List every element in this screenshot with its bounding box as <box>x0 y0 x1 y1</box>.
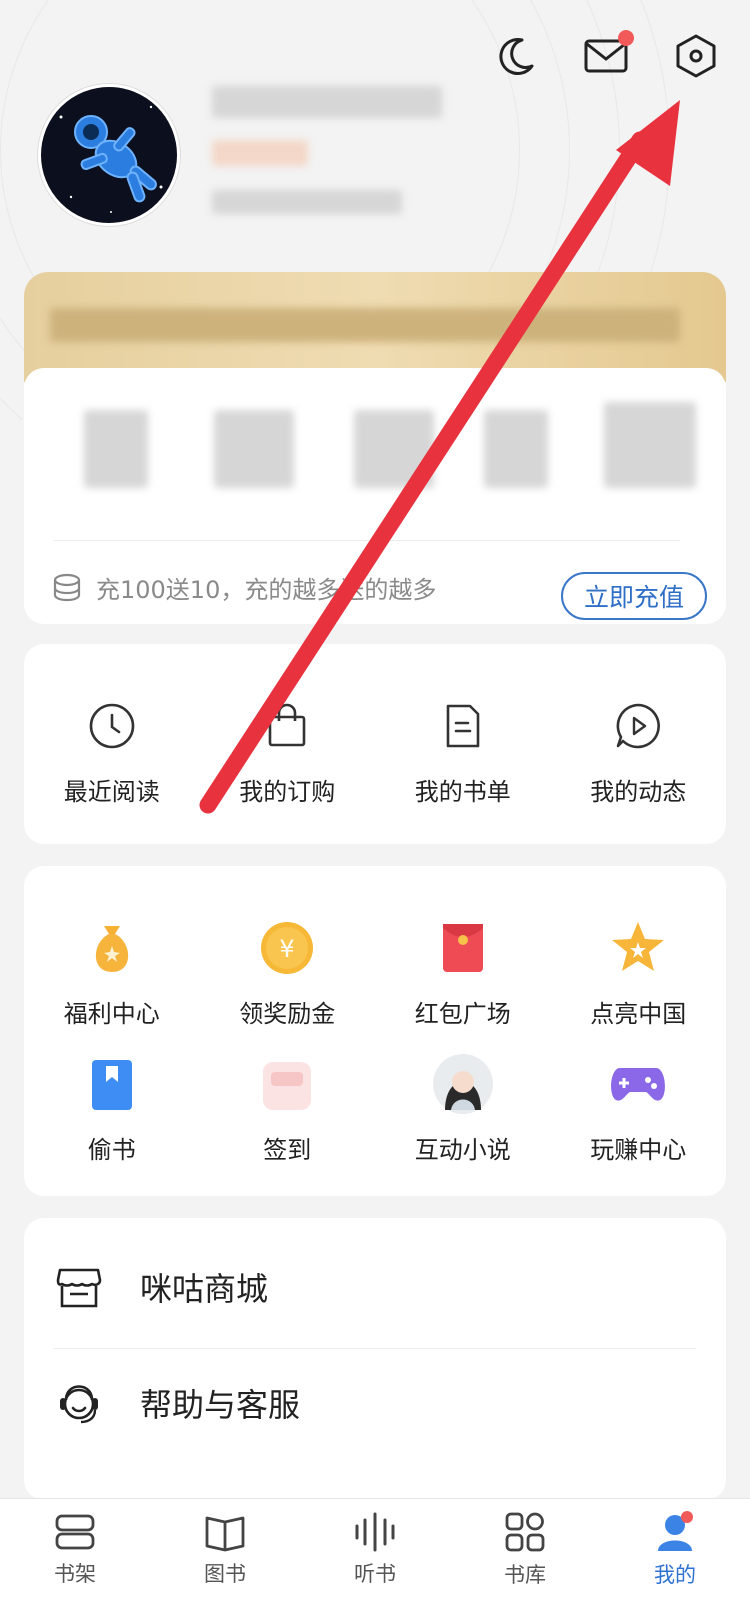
menu-label: 帮助与客服 <box>140 1386 301 1424</box>
service-interactive-novel[interactable]: 互动小说 <box>375 1052 551 1165</box>
quick-my-orders[interactable]: 我的订购 <box>200 694 376 807</box>
shop-icon <box>56 1268 102 1308</box>
coins-icon <box>53 573 81 601</box>
gamepad-icon <box>606 1052 670 1116</box>
avatar[interactable] <box>38 84 180 226</box>
tab-books[interactable]: 图书 <box>150 1499 300 1600</box>
audio-wave-icon <box>355 1512 395 1551</box>
quick-recent-read[interactable]: 最近阅读 <box>24 694 200 807</box>
tab-bookshelf[interactable]: 书架 <box>0 1499 150 1600</box>
settings-hexagon-icon[interactable] <box>670 30 722 82</box>
service-label: 签到 <box>263 1136 312 1164</box>
service-label: 点亮中国 <box>590 1000 687 1028</box>
quick-label: 我的书单 <box>414 778 511 806</box>
service-light-up-china[interactable]: 点亮中国 <box>551 916 727 1029</box>
tab-label: 我的 <box>654 1562 696 1587</box>
profile-icon <box>658 1510 693 1551</box>
stat-blurred <box>604 402 696 488</box>
service-red-packet-plaza[interactable]: 红包广场 <box>375 916 551 1029</box>
user-desc-blurred <box>212 190 402 214</box>
quick-label: 我的动态 <box>590 778 687 806</box>
service-steal-book[interactable]: 偷书 <box>24 1052 200 1165</box>
moon-icon[interactable] <box>490 30 542 82</box>
header-actions <box>490 30 722 82</box>
services-row-1: 福利中心 ¥ 领奖励金 红包广场 点亮中国 <box>24 916 726 1029</box>
clock-icon <box>80 694 144 758</box>
service-play-earn-center[interactable]: 玩赚中心 <box>551 1052 727 1165</box>
menu-help-service[interactable]: 帮助与客服 <box>54 1378 300 1428</box>
grid-icon <box>505 1512 545 1551</box>
play-bubble-icon <box>606 694 670 758</box>
bag-icon <box>255 694 319 758</box>
open-book-icon <box>205 1516 245 1551</box>
yen-coin-icon: ¥ <box>255 916 319 980</box>
service-check-in[interactable]: 签到 <box>200 1052 376 1165</box>
divider <box>54 540 680 541</box>
level-badge-blurred <box>212 140 308 166</box>
red-envelope-icon <box>431 916 495 980</box>
service-welfare-center[interactable]: 福利中心 <box>24 916 200 1029</box>
tab-label: 书库 <box>504 1562 546 1587</box>
quick-my-booklist[interactable]: 我的书单 <box>375 694 551 807</box>
stat-blurred <box>84 410 148 488</box>
novel-portrait-icon <box>431 1052 495 1116</box>
notification-dot <box>618 30 634 46</box>
services-row-2: 偷书 签到 互动小说 玩赚中心 <box>24 1052 726 1165</box>
tab-label: 图书 <box>204 1561 246 1586</box>
tab-library[interactable]: 书库 <box>450 1499 600 1600</box>
stat-blurred <box>484 410 548 488</box>
menu-label: 咪咕商城 <box>140 1270 269 1308</box>
quick-my-activity[interactable]: 我的动态 <box>551 694 727 807</box>
username-blurred <box>212 86 442 118</box>
quick-actions: 最近阅读 我的订购 我的书单 我的动态 <box>24 694 726 807</box>
vip-text-blurred <box>50 308 680 342</box>
tab-mine[interactable]: 我的 <box>600 1499 750 1600</box>
service-label: 领奖励金 <box>239 1000 336 1028</box>
bookshelf-icon <box>55 1514 95 1549</box>
promo-text: 充100送10，充的越多送的越多 <box>96 576 437 604</box>
service-label: 红包广场 <box>414 1000 511 1028</box>
menu-migu-mall[interactable]: 咪咕商城 <box>54 1262 268 1312</box>
customer-service-icon <box>60 1385 98 1424</box>
svg-text:¥: ¥ <box>280 935 295 963</box>
service-label: 偷书 <box>87 1136 136 1164</box>
vip-banner[interactable] <box>24 272 726 382</box>
star-icon <box>606 916 670 980</box>
document-icon <box>431 694 495 758</box>
promo-line: 充100送10，充的越多送的越多 <box>52 570 436 605</box>
tab-label: 书架 <box>54 1561 96 1586</box>
service-label: 玩赚中心 <box>590 1136 687 1164</box>
divider <box>54 1348 696 1349</box>
menu-card <box>24 1218 726 1500</box>
recharge-button[interactable]: 立即充值 <box>561 572 707 620</box>
mail-icon[interactable] <box>580 30 634 82</box>
money-bag-icon <box>80 916 144 980</box>
quick-label: 最近阅读 <box>63 778 160 806</box>
quick-label: 我的订购 <box>239 778 336 806</box>
bookmark-book-icon <box>80 1052 144 1116</box>
checkin-icon <box>255 1052 319 1116</box>
service-label: 互动小说 <box>414 1136 511 1164</box>
tab-label: 听书 <box>354 1561 396 1586</box>
stat-blurred <box>214 410 294 488</box>
bottom-tab-bar: 书架 图书 听书 书库 我的 <box>0 1498 750 1600</box>
stat-blurred <box>354 410 434 488</box>
service-label: 福利中心 <box>63 1000 160 1028</box>
service-claim-reward[interactable]: ¥ 领奖励金 <box>200 916 376 1029</box>
tab-audiobooks[interactable]: 听书 <box>300 1499 450 1600</box>
